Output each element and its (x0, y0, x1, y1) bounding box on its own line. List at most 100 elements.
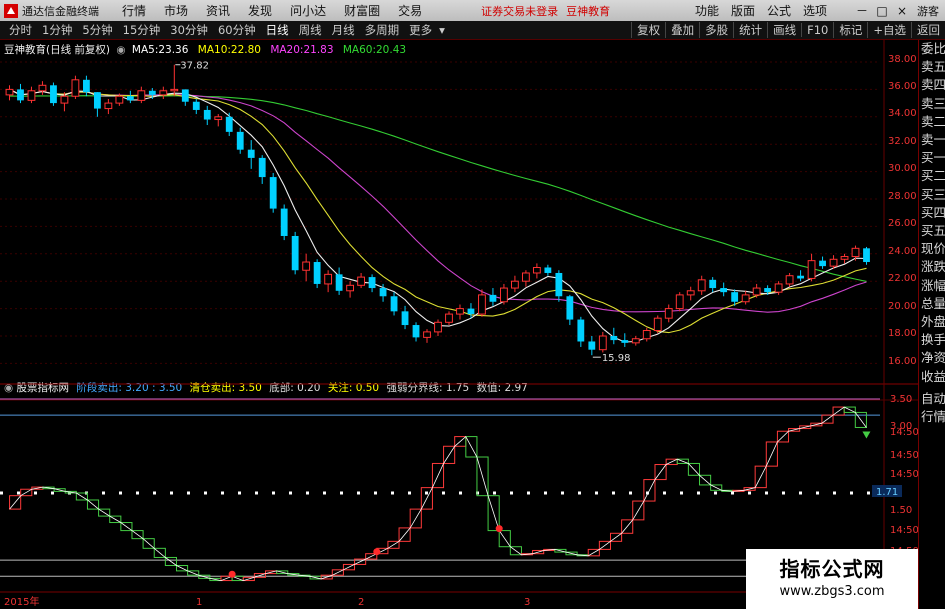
menu-trade[interactable]: 交易 (398, 2, 422, 19)
period-1min[interactable]: 1分钟 (37, 22, 77, 38)
f10-button[interactable]: F10 (801, 23, 833, 37)
menu-news[interactable]: 资讯 (206, 2, 230, 19)
rp-volume[interactable]: 总量 (919, 295, 945, 313)
y-tick-16: 16.00 (888, 356, 917, 367)
candle-body (346, 284, 355, 292)
period-15min[interactable]: 15分钟 (118, 22, 166, 38)
rp-outer[interactable]: 外盘 (919, 313, 945, 331)
menu-formula[interactable]: 公式 (767, 2, 791, 19)
menu-options[interactable]: 选项 (803, 2, 827, 19)
candle-body (720, 288, 728, 293)
rp-quotes[interactable]: 行情 (919, 408, 945, 426)
y-tick-34: 34.00 (888, 108, 917, 119)
period-daily[interactable]: 日线 (261, 22, 294, 38)
login-notice[interactable]: 证券交易未登录 (481, 3, 558, 19)
close-button[interactable]: × (895, 4, 909, 18)
rp-weibi[interactable]: 委比 (919, 40, 945, 58)
period-30min[interactable]: 30分钟 (165, 22, 213, 38)
rp-bid4[interactable]: 买四 (919, 204, 945, 222)
rp-ask2[interactable]: 卖二 (919, 113, 945, 131)
x-label-1: 1 (196, 597, 202, 608)
more-dropdown-icon[interactable]: ▾ (437, 23, 447, 37)
candle-body (588, 341, 596, 350)
rp-ask5[interactable]: 卖五 (919, 58, 945, 76)
period-more[interactable]: 更多 (404, 22, 437, 38)
candle-body (631, 338, 640, 344)
period-60min[interactable]: 60分钟 (213, 22, 261, 38)
menu-wealth[interactable]: 财富圈 (344, 2, 380, 19)
statistics-button[interactable]: 统计 (733, 22, 767, 38)
candle-body (840, 256, 849, 260)
draw-line-button[interactable]: 画线 (767, 22, 801, 38)
period-weekly[interactable]: 周线 (294, 22, 327, 38)
watermark-url: www.zbgs3.com (779, 584, 885, 599)
back-button[interactable]: 返回 (911, 22, 945, 38)
candle-body (137, 90, 146, 101)
candle-body (544, 267, 552, 273)
period-5min[interactable]: 5分钟 (77, 22, 117, 38)
menu-discover[interactable]: 发现 (248, 2, 272, 19)
candle-body (390, 296, 398, 312)
y-tick-28: 28.00 (888, 191, 917, 202)
ind-tick-c: 14:50 (890, 469, 918, 480)
rp-bid2[interactable]: 买二 (919, 167, 945, 185)
x-label-2: 2 (358, 597, 364, 608)
rp-change-pct[interactable]: 涨幅 (919, 277, 945, 295)
rp-ask4[interactable]: 卖四 (919, 76, 945, 94)
rp-change[interactable]: 涨跌 (919, 258, 945, 276)
candle-body (170, 88, 179, 92)
candle-body (192, 101, 200, 110)
rp-bid5[interactable]: 买五 (919, 222, 945, 240)
candle-body (697, 279, 706, 292)
period-multi[interactable]: 多周期 (360, 22, 405, 38)
period-toolbar: 分时 1分钟 5分钟 15分钟 30分钟 60分钟 日线 周线 月线 多周期 更… (0, 21, 945, 40)
candle-body (785, 275, 794, 285)
menu-layout[interactable]: 版面 (731, 2, 755, 19)
candle-body (555, 272, 563, 297)
candle-body (664, 308, 673, 319)
rp-earnings[interactable]: 收益 (919, 368, 945, 386)
menu-ask[interactable]: 问小达 (290, 2, 326, 19)
candle-body (851, 247, 860, 258)
rp-ask1[interactable]: 卖一 (919, 131, 945, 149)
candle-body (93, 92, 101, 109)
overlay-button[interactable]: 叠加 (665, 22, 699, 38)
candle-body (82, 79, 90, 93)
candle-body (60, 95, 69, 104)
adjust-button[interactable]: 复权 (631, 22, 665, 38)
add-watchlist-button[interactable]: +自选 (867, 22, 911, 38)
rp-price[interactable]: 现价 (919, 240, 945, 258)
candle-body (225, 116, 233, 132)
guest-label[interactable]: 游客 (917, 3, 939, 19)
candle-body (203, 109, 211, 120)
multi-stock-button[interactable]: 多股 (699, 22, 733, 38)
rp-auto[interactable]: 自动 (919, 390, 945, 408)
minimize-button[interactable]: － (855, 2, 869, 19)
menu-quotes[interactable]: 行情 (122, 2, 146, 19)
candle-body (247, 149, 255, 158)
rp-bid3[interactable]: 买三 (919, 186, 945, 204)
rp-net-assets[interactable]: 净资 (919, 349, 945, 367)
x-label-3: 3 (524, 597, 530, 608)
menu-market[interactable]: 市场 (164, 2, 188, 19)
candle-body (302, 261, 311, 271)
chart-area[interactable]: 37.82 15.98 38.00 36.00 34.00 32.00 30.0… (0, 40, 918, 609)
ind-tick-150: 1.50 (890, 505, 912, 516)
watermark-logo: 指标公式网 www.zbgs3.com (746, 549, 918, 609)
period-tick[interactable]: 分时 (4, 22, 37, 38)
rp-bid1[interactable]: 买一 (919, 149, 945, 167)
candle-body (368, 277, 376, 289)
y-tick-32: 32.00 (888, 136, 917, 147)
rp-turnover[interactable]: 换手 (919, 331, 945, 349)
candle-body (423, 331, 431, 338)
low-price-label: 15.98 (602, 353, 631, 364)
menu-function[interactable]: 功能 (695, 2, 719, 19)
candle-body (115, 95, 124, 104)
ma60-line (9, 95, 867, 282)
stock-brand[interactable]: 豆神教育 (566, 3, 610, 19)
candle-body (686, 290, 695, 296)
rp-ask3[interactable]: 卖三 (919, 95, 945, 113)
period-monthly[interactable]: 月线 (327, 22, 360, 38)
maximize-button[interactable]: □ (875, 4, 889, 18)
mark-button[interactable]: 标记 (833, 22, 867, 38)
